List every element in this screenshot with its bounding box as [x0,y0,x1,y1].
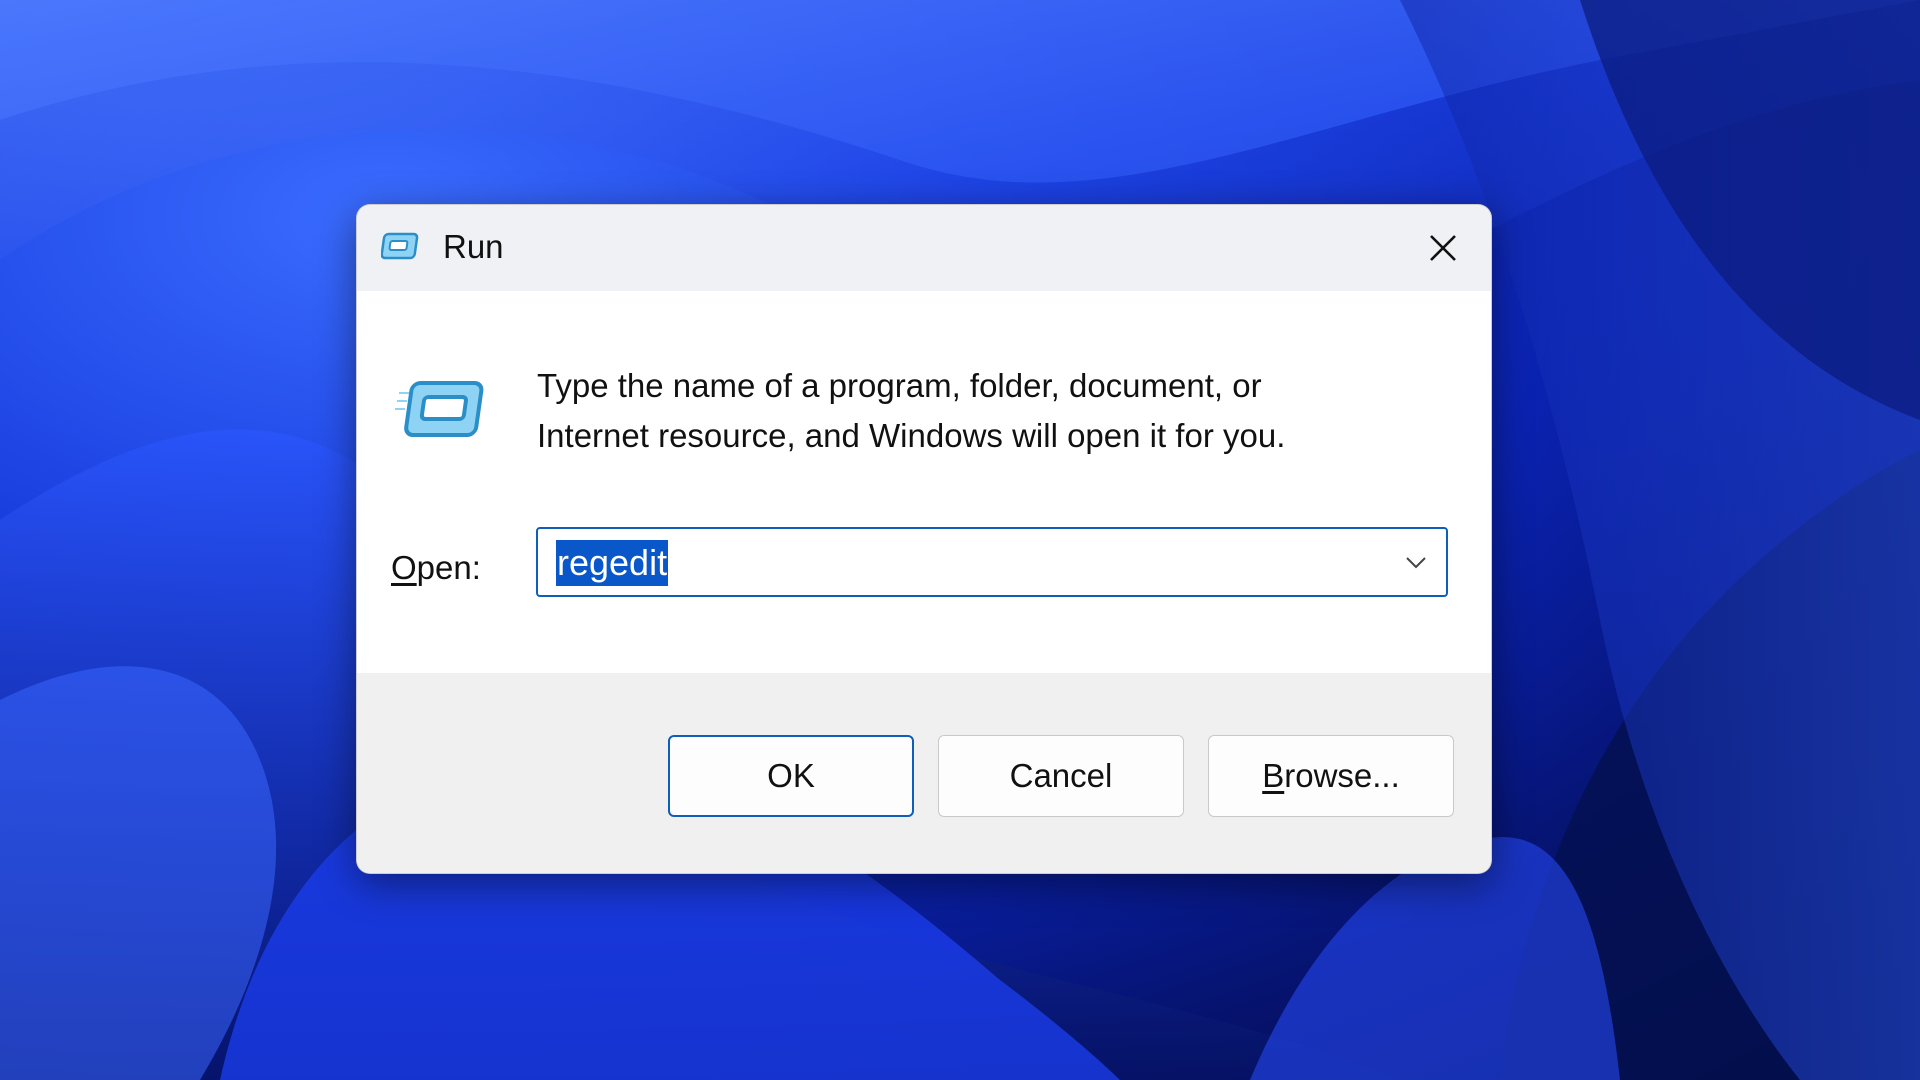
description-line-2: Internet resource, and Windows will open… [537,417,1286,454]
dialog-footer: OK Cancel Browse... [357,673,1491,873]
description-line-1: Type the name of a program, folder, docu… [537,367,1262,404]
dialog-content: Type the name of a program, folder, docu… [357,291,1491,673]
open-combobox[interactable]: regedit [536,527,1448,597]
run-program-icon [395,381,484,437]
description-text: Type the name of a program, folder, docu… [537,361,1437,461]
close-button[interactable] [1395,205,1491,291]
open-label-text: pen: [416,549,481,586]
cancel-button[interactable]: Cancel [938,735,1184,817]
open-label-accesskey: O [391,549,417,586]
close-icon [1430,235,1456,261]
run-icon [381,232,419,260]
title-bar[interactable]: Run [357,205,1491,291]
run-dialog: Run Type the name of a program, folder, … [356,204,1492,874]
browse-button[interactable]: Browse... [1208,735,1454,817]
dropdown-button[interactable] [1396,543,1436,583]
window-title: Run [443,228,504,265]
browse-label: rowse... [1284,757,1400,794]
browse-accesskey: B [1262,757,1285,794]
open-input-value[interactable]: regedit [556,540,669,586]
ok-button[interactable]: OK [668,735,914,817]
chevron-down-icon [1406,557,1426,569]
open-label: Open: [391,547,481,589]
